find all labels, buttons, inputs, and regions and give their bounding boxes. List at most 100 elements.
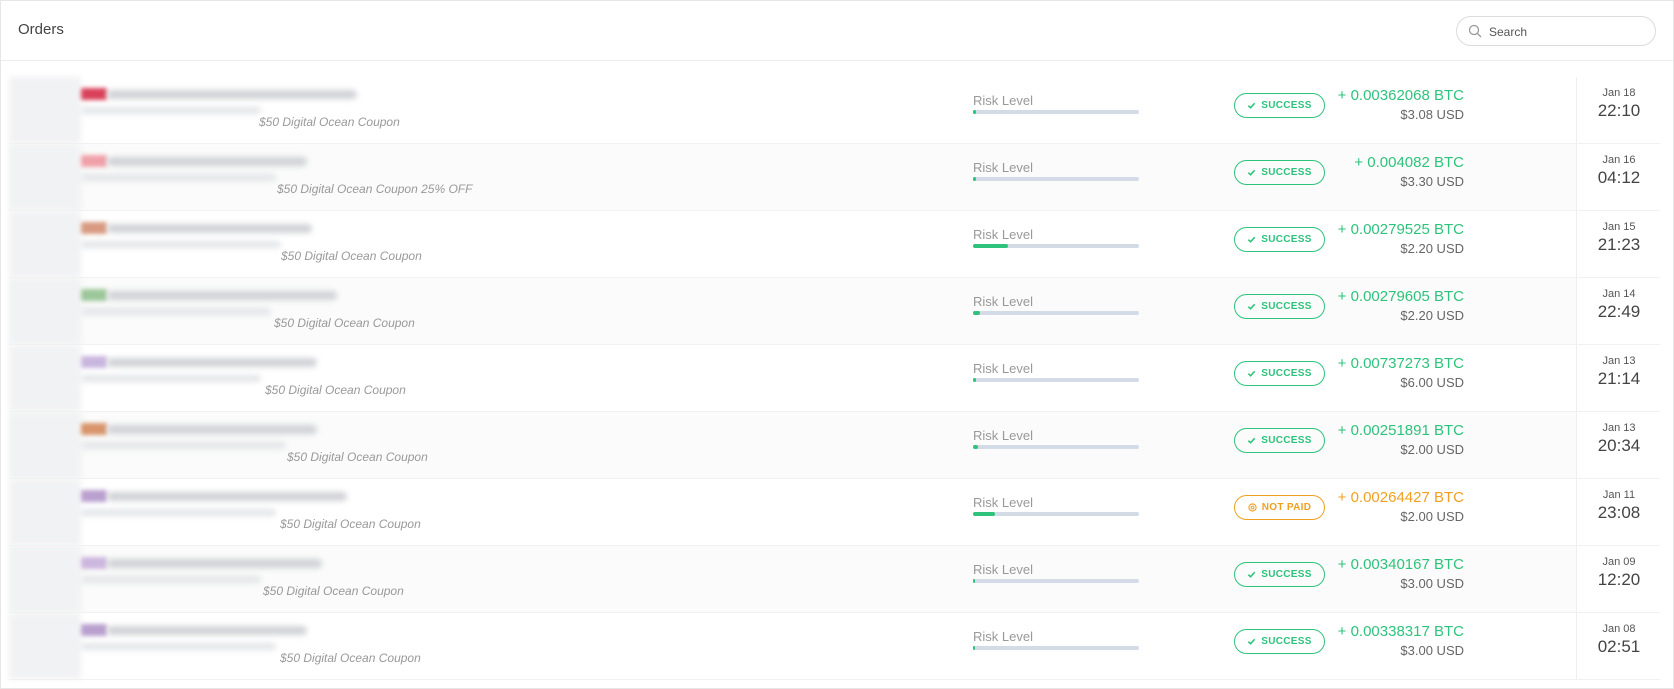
redacted-details bbox=[81, 174, 276, 181]
order-day: Jan 15 bbox=[1602, 221, 1636, 233]
orders-list: $50 Digital Ocean Coupon Risk Level SUCC… bbox=[9, 77, 1661, 680]
risk-level: Risk Level bbox=[973, 361, 1139, 382]
redacted-details bbox=[81, 107, 261, 114]
redacted-details bbox=[81, 241, 281, 248]
status-badge[interactable]: SUCCESS bbox=[1234, 361, 1325, 386]
status-label: SUCCESS bbox=[1261, 234, 1312, 245]
order-day: Jan 16 bbox=[1602, 154, 1636, 166]
risk-level-track bbox=[973, 177, 1139, 181]
status-label: SUCCESS bbox=[1261, 636, 1312, 647]
risk-level-track bbox=[973, 646, 1139, 650]
search-icon bbox=[1468, 24, 1482, 38]
status-badge[interactable]: SUCCESS bbox=[1234, 227, 1325, 252]
order-day: Jan 13 bbox=[1602, 422, 1636, 434]
risk-level: Risk Level bbox=[973, 294, 1139, 315]
order-day: Jan 18 bbox=[1602, 87, 1636, 99]
product-name: $50 Digital Ocean Coupon bbox=[280, 517, 421, 531]
order-time: 21:23 bbox=[1597, 235, 1641, 254]
risk-level-track bbox=[973, 512, 1139, 516]
country-flag bbox=[81, 222, 107, 234]
order-amount: + 0.00279525 BTC $2.20 USD bbox=[1338, 221, 1464, 256]
usd-amount: $3.00 USD bbox=[1400, 576, 1464, 591]
redacted-details bbox=[81, 643, 276, 650]
status-badge[interactable]: SUCCESS bbox=[1234, 93, 1325, 118]
usd-amount: $6.00 USD bbox=[1400, 375, 1464, 390]
product-name: $50 Digital Ocean Coupon bbox=[263, 584, 404, 598]
order-date: Jan 11 23:08 bbox=[1576, 479, 1661, 545]
order-row[interactable]: $50 Digital Ocean Coupon Risk Level SUCC… bbox=[9, 278, 1661, 345]
status-badge[interactable]: SUCCESS bbox=[1234, 428, 1325, 453]
usd-amount: $3.08 USD bbox=[1400, 107, 1464, 122]
order-time: 21:14 bbox=[1597, 369, 1641, 388]
check-icon bbox=[1247, 436, 1256, 445]
btc-amount: + 0.004082 BTC bbox=[1354, 154, 1464, 171]
redacted-email bbox=[107, 358, 317, 367]
btc-amount: + 0.00251891 BTC bbox=[1337, 422, 1464, 439]
risk-level-label: Risk Level bbox=[973, 428, 1033, 443]
redacted-details bbox=[81, 308, 271, 315]
order-row[interactable]: $50 Digital Ocean Coupon Risk Level SUCC… bbox=[9, 211, 1661, 278]
status-badge[interactable]: SUCCESS bbox=[1234, 562, 1325, 587]
search-input[interactable] bbox=[1487, 20, 1651, 44]
risk-level-label: Risk Level bbox=[973, 495, 1033, 510]
order-amount: + 0.004082 BTC $3.30 USD bbox=[1354, 154, 1464, 189]
product-name: $50 Digital Ocean Coupon bbox=[287, 450, 428, 464]
order-amount: + 0.00264427 BTC $2.00 USD bbox=[1338, 489, 1464, 524]
order-day: Jan 14 bbox=[1602, 288, 1636, 300]
customer-avatar bbox=[9, 479, 81, 545]
customer-avatar bbox=[9, 546, 81, 612]
btc-amount: + 0.00340167 BTC bbox=[1337, 556, 1464, 573]
order-amount: + 0.00362068 BTC $3.08 USD bbox=[1338, 87, 1464, 122]
risk-level-fill bbox=[973, 646, 976, 650]
status-label: SUCCESS bbox=[1261, 167, 1312, 178]
status-badge[interactable]: SUCCESS bbox=[1234, 294, 1325, 319]
order-time: 04:12 bbox=[1597, 168, 1641, 187]
country-flag bbox=[81, 155, 107, 167]
order-row[interactable]: $50 Digital Ocean Coupon 25% OFF Risk Le… bbox=[9, 144, 1661, 211]
order-row[interactable]: $50 Digital Ocean Coupon Risk Level SUCC… bbox=[9, 345, 1661, 412]
order-date: Jan 09 12:20 bbox=[1576, 546, 1661, 612]
usd-amount: $3.00 USD bbox=[1400, 643, 1464, 658]
status-label: SUCCESS bbox=[1261, 301, 1312, 312]
check-icon bbox=[1247, 235, 1256, 244]
status-badge[interactable]: SUCCESS bbox=[1234, 629, 1325, 654]
country-flag bbox=[81, 88, 107, 100]
status-badge[interactable]: NOT PAID bbox=[1234, 495, 1325, 520]
risk-level-fill bbox=[973, 244, 1008, 248]
usd-amount: $2.00 USD bbox=[1400, 509, 1464, 524]
product-name: $50 Digital Ocean Coupon bbox=[281, 249, 422, 263]
risk-level-label: Risk Level bbox=[973, 227, 1033, 242]
check-icon bbox=[1247, 369, 1256, 378]
risk-level-fill bbox=[973, 579, 976, 583]
usd-amount: $3.30 USD bbox=[1400, 174, 1464, 189]
order-day: Jan 13 bbox=[1602, 355, 1636, 367]
risk-level: Risk Level bbox=[973, 428, 1139, 449]
order-day: Jan 08 bbox=[1602, 623, 1636, 635]
risk-level: Risk Level bbox=[973, 227, 1139, 248]
risk-level-track bbox=[973, 311, 1139, 315]
order-row[interactable]: $50 Digital Ocean Coupon Risk Level SUCC… bbox=[9, 546, 1661, 613]
country-flag bbox=[81, 557, 107, 569]
risk-level-track bbox=[973, 110, 1139, 114]
search-box[interactable] bbox=[1456, 16, 1656, 46]
order-date: Jan 18 22:10 bbox=[1576, 77, 1661, 143]
redacted-details bbox=[81, 375, 261, 382]
customer-avatar bbox=[9, 278, 81, 344]
panel-header: Orders bbox=[1, 1, 1673, 61]
btc-amount: + 0.00279525 BTC bbox=[1337, 221, 1464, 238]
customer-avatar bbox=[9, 613, 81, 679]
order-date: Jan 13 20:34 bbox=[1576, 412, 1661, 478]
order-row[interactable]: $50 Digital Ocean Coupon Risk Level NOT … bbox=[9, 479, 1661, 546]
status-badge[interactable]: SUCCESS bbox=[1234, 160, 1325, 185]
order-date: Jan 08 02:51 bbox=[1576, 613, 1661, 679]
risk-level-fill bbox=[973, 445, 978, 449]
status-label: SUCCESS bbox=[1261, 569, 1312, 580]
risk-level: Risk Level bbox=[973, 495, 1139, 516]
country-flag bbox=[81, 624, 107, 636]
risk-level-track bbox=[973, 579, 1139, 583]
order-row[interactable]: $50 Digital Ocean Coupon Risk Level SUCC… bbox=[9, 412, 1661, 479]
order-amount: + 0.00338317 BTC $3.00 USD bbox=[1338, 623, 1464, 658]
redacted-details bbox=[81, 576, 261, 583]
order-row[interactable]: $50 Digital Ocean Coupon Risk Level SUCC… bbox=[9, 77, 1661, 144]
order-row[interactable]: $50 Digital Ocean Coupon Risk Level SUCC… bbox=[9, 613, 1661, 680]
